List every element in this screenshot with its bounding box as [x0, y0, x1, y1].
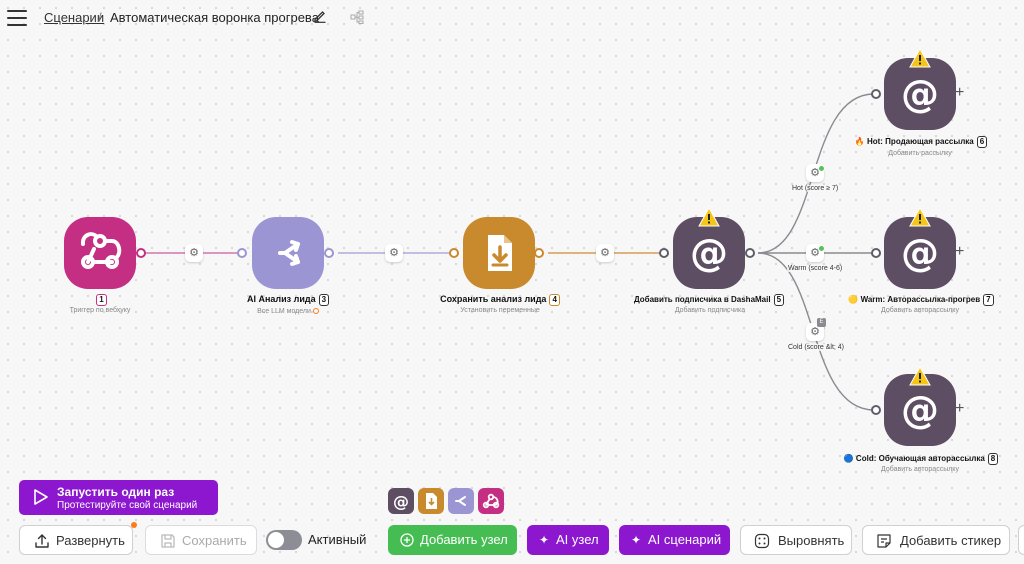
ai-analysis-node-tile[interactable]: [252, 217, 324, 289]
sticker-note-icon: [877, 534, 891, 548]
cold-add-next-button[interactable]: +: [955, 401, 964, 417]
active-toggle-label: Активный: [308, 532, 367, 547]
webhook-output-port[interactable]: [136, 248, 146, 258]
add-sticker-label: Добавить стикер: [900, 533, 1002, 548]
toggle-knob: [268, 532, 284, 548]
ai-analysis-output-port[interactable]: [324, 248, 334, 258]
align-label: Выровнять: [778, 533, 845, 548]
upload-icon: [35, 534, 49, 548]
palette-branch-arrows-icon[interactable]: [448, 488, 474, 514]
save-label: Сохранить: [182, 533, 247, 548]
node-1-number: 1: [96, 294, 107, 306]
svg-text:@: @: [393, 492, 409, 511]
cold-branch-label: Cold (score &lt; 4): [787, 344, 846, 351]
at-sign-icon: @: [690, 231, 728, 275]
deploy-button[interactable]: Развернуть: [19, 525, 133, 555]
warm-add-next-button[interactable]: +: [955, 244, 964, 260]
node-5-label: Добавить подписчика в DashaMail 5: [628, 294, 790, 306]
node-6-number: 6: [976, 136, 988, 148]
node-8-subtitle: Добавить авторассылку: [881, 466, 959, 473]
node-8-number: 8: [987, 453, 999, 465]
hot-node-tile[interactable]: @: [884, 58, 956, 130]
plus-circle-icon: [400, 533, 414, 547]
add-subscriber-output-port[interactable]: [745, 248, 755, 258]
llm-info-dot: [312, 308, 319, 314]
svg-text:@: @: [901, 72, 939, 116]
ai-node-button[interactable]: ✦ AI узел: [527, 525, 609, 555]
add-subscriber-input-port[interactable]: [659, 248, 669, 258]
cold-input-port[interactable]: [871, 405, 881, 415]
warning-icon[interactable]: [909, 366, 931, 386]
floppy-disk-icon: [161, 534, 175, 548]
branch-arrows-icon: [278, 240, 300, 266]
cold-filter-badge: E: [817, 318, 826, 327]
warm-node-tile[interactable]: @: [884, 217, 956, 289]
webhook-node-tile[interactable]: [64, 217, 136, 289]
run-once-button[interactable]: Запустить один раз Протестируйте свой сц…: [19, 480, 218, 515]
node-7-subtitle: Добавить авторассылку: [881, 307, 959, 314]
save-analysis-output-port[interactable]: [534, 248, 544, 258]
play-icon: [34, 489, 48, 505]
add-sticker-button[interactable]: Добавить стикер: [862, 525, 1010, 555]
align-button[interactable]: Выровнять: [740, 525, 852, 555]
hot-filter-status-dot: [818, 165, 825, 172]
warm-filter-status-dot: [818, 245, 825, 252]
node-4-label: Сохранить анализ лида 4: [430, 294, 570, 306]
edge-1-3-settings-gear-icon[interactable]: ⚙: [185, 244, 203, 262]
hot-add-next-button[interactable]: +: [955, 85, 964, 101]
node-3-number: 3: [318, 294, 330, 306]
deploy-notification-dot: [131, 522, 137, 528]
node-4-subtitle: Установить переменные: [460, 307, 540, 314]
node-7-label: 🟡 Warm: Авторассылка-прогрев 7: [836, 294, 1006, 306]
svg-text:@: @: [901, 388, 939, 432]
warm-branch-label: Warm (score 4-6): [787, 265, 844, 272]
sparkle-icon: ✦: [539, 533, 550, 547]
node-6-label: 🔥 Hot: Продающая рассылка 6: [836, 136, 1006, 148]
node-5-number: 5: [773, 294, 785, 306]
node-8-label: 🔵 Cold: Обучающая авторассылка 8: [836, 453, 1006, 465]
save-analysis-input-port[interactable]: [449, 248, 459, 258]
align-grid-icon: [754, 533, 770, 549]
svg-text:@: @: [690, 231, 728, 275]
add-node-button[interactable]: Добавить узел: [388, 525, 517, 555]
active-toggle[interactable]: [266, 530, 302, 550]
warning-icon[interactable]: [909, 207, 931, 227]
webhook-icon: [80, 232, 122, 269]
edge-3-4-settings-gear-icon[interactable]: ⚙: [385, 244, 403, 262]
add-node-label: Добавить узел: [420, 532, 508, 547]
node-7-number: 7: [983, 294, 994, 306]
palette-webhook-icon[interactable]: [478, 488, 504, 514]
palette-file-download-icon[interactable]: [418, 488, 444, 514]
ai-scenario-label: AI сценарий: [648, 532, 722, 547]
save-button[interactable]: Сохранить: [145, 525, 257, 555]
file-download-icon: [488, 235, 512, 271]
svg-text:@: @: [901, 231, 939, 275]
node-3-subtitle: Все LLM модели: [238, 308, 338, 315]
warning-icon[interactable]: [698, 207, 720, 227]
run-once-subtitle: Протестируйте свой сценарий: [57, 500, 198, 511]
run-once-title: Запустить один раз: [57, 485, 175, 499]
node-6-subtitle: Добавить рассылку: [888, 150, 952, 157]
at-sign-icon: @: [901, 231, 939, 275]
hot-branch-label: Hot (score ≥ 7): [791, 185, 840, 192]
palette-at-sign-icon[interactable]: @: [388, 488, 414, 514]
edge-4-5-settings-gear-icon[interactable]: ⚙: [596, 244, 614, 262]
at-sign-icon: @: [901, 72, 939, 116]
node-3-label: AI Анализ лида 3: [228, 294, 348, 306]
hot-input-port[interactable]: [871, 89, 881, 99]
ai-scenario-button[interactable]: ✦ AI сценарий: [619, 525, 730, 555]
ai-analysis-input-port[interactable]: [237, 248, 247, 258]
save-analysis-node-tile[interactable]: [463, 217, 535, 289]
sparkle-icon: ✦: [631, 533, 642, 547]
deploy-label: Развернуть: [56, 533, 125, 548]
more-toolbar-button[interactable]: [1018, 525, 1024, 555]
add-subscriber-node-tile[interactable]: @: [673, 217, 745, 289]
node-1-label: 1: [90, 294, 110, 306]
node-5-subtitle: Добавить подписчика: [674, 307, 746, 314]
node-1-subtitle: Триггер по вебхуку: [69, 307, 131, 314]
warning-icon[interactable]: [909, 48, 931, 68]
ai-node-label: AI узел: [556, 532, 599, 547]
warm-input-port[interactable]: [871, 248, 881, 258]
node-4-number: 4: [549, 294, 560, 306]
